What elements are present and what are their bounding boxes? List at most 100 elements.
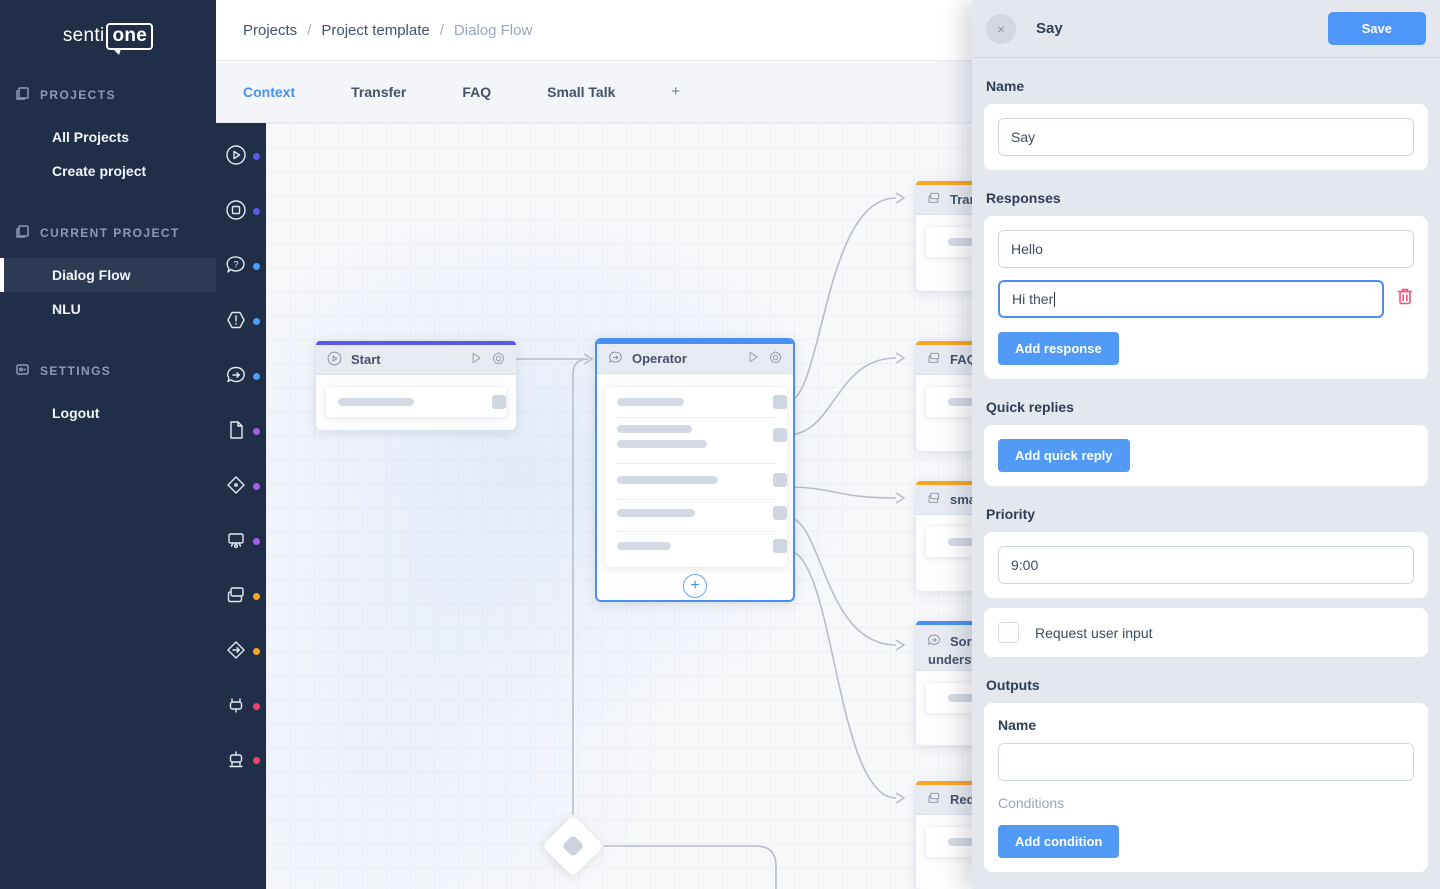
output-port[interactable] xyxy=(492,395,506,409)
output-port[interactable] xyxy=(773,506,787,520)
say-bubble-icon xyxy=(607,349,624,369)
sidebar-item-logout[interactable]: Logout xyxy=(0,396,216,430)
tab-small-talk[interactable]: Small Talk xyxy=(547,84,615,100)
section-current-project: CURRENT PROJECT xyxy=(0,222,216,244)
output-port[interactable] xyxy=(773,473,787,487)
app-root: sentione PROJECTS All Projects Create pr… xyxy=(0,0,1440,889)
plug-up-icon[interactable] xyxy=(216,689,266,723)
quick-replies-card: Add quick reply xyxy=(984,425,1428,486)
breadcrumb-projects[interactable]: Projects xyxy=(243,22,297,39)
play-circle-icon xyxy=(326,350,343,370)
delete-response-icon[interactable] xyxy=(1396,287,1414,311)
say-bubble-icon[interactable] xyxy=(216,359,266,393)
priority-section-label: Priority xyxy=(986,506,1426,522)
run-node-icon[interactable] xyxy=(469,351,483,368)
conditions-label: Conditions xyxy=(998,795,1414,811)
palette-dot xyxy=(253,703,260,710)
projects-icon xyxy=(15,86,30,104)
sidebar-item-nlu[interactable]: NLU xyxy=(0,292,216,326)
sentione-logo: sentione xyxy=(0,22,216,50)
text-caret xyxy=(1054,292,1055,307)
add-response-button[interactable]: Add response xyxy=(998,332,1119,365)
outputs-section-label: Outputs xyxy=(986,677,1426,693)
palette-dot xyxy=(253,538,260,545)
responses-section-label: Responses xyxy=(986,190,1426,206)
palette-dot xyxy=(253,153,260,160)
palette-dot xyxy=(253,373,260,380)
cards-stack-icon xyxy=(926,790,942,809)
section-settings: SETTINGS xyxy=(0,360,216,382)
breadcrumb-dialog-flow: Dialog Flow xyxy=(454,22,532,39)
node-title: Red xyxy=(950,792,975,807)
add-quick-reply-button[interactable]: Add quick reply xyxy=(998,439,1130,472)
palette-dot xyxy=(253,318,260,325)
question-bubble-icon[interactable]: ? xyxy=(216,249,266,283)
diamond-port xyxy=(562,835,585,858)
palette-dot xyxy=(253,757,260,764)
tab-faq[interactable]: FAQ xyxy=(462,84,491,100)
device-icon[interactable] xyxy=(216,524,266,558)
cards-stack-icon[interactable] xyxy=(216,579,266,613)
output-name-input[interactable] xyxy=(998,743,1414,781)
plug-down-icon[interactable] xyxy=(216,743,266,777)
request-user-input-checkbox[interactable] xyxy=(998,622,1019,643)
tab-transfer[interactable]: Transfer xyxy=(351,84,406,100)
tab-context[interactable]: Context xyxy=(243,84,295,100)
sidebar: sentione PROJECTS All Projects Create pr… xyxy=(0,0,216,889)
document-icon[interactable] xyxy=(216,414,266,448)
sidebar-item-all-projects[interactable]: All Projects xyxy=(0,120,216,154)
settings-icon xyxy=(15,362,30,380)
node-title: Operator xyxy=(632,351,687,366)
priority-card: 9:00 xyxy=(984,532,1428,598)
svg-text:?: ? xyxy=(234,260,239,270)
node-name-input[interactable] xyxy=(998,118,1414,156)
run-node-icon[interactable] xyxy=(746,350,760,367)
name-card xyxy=(984,104,1428,170)
close-icon[interactable]: × xyxy=(986,14,1016,44)
priority-select[interactable]: 9:00 xyxy=(998,546,1414,584)
breadcrumb-project-template[interactable]: Project template xyxy=(321,22,429,39)
response-input-1[interactable] xyxy=(998,230,1414,268)
stop-circle-icon[interactable] xyxy=(216,194,266,228)
node-settings-icon[interactable] xyxy=(491,351,506,369)
request-user-input-label: Request user input xyxy=(1035,625,1153,641)
breadcrumb-separator: / xyxy=(440,22,444,39)
node-operator[interactable]: Operator + xyxy=(595,338,795,602)
sidebar-item-create-project[interactable]: Create project xyxy=(0,154,216,188)
responses-card: Hi ther Add response xyxy=(984,216,1428,379)
node-settings-icon[interactable] xyxy=(768,350,783,368)
palette-dot xyxy=(253,648,260,655)
output-port[interactable] xyxy=(773,428,787,442)
decision-diamond-icon[interactable] xyxy=(216,469,266,503)
palette-dot xyxy=(253,483,260,490)
node-palette: ? xyxy=(216,123,266,889)
cards-stack-icon xyxy=(926,490,942,509)
panel-header: × Say Save xyxy=(972,0,1440,58)
section-projects: PROJECTS xyxy=(0,84,216,106)
output-port[interactable] xyxy=(773,395,787,409)
exclamation-hexagon-icon[interactable] xyxy=(216,304,266,338)
add-output-button[interactable]: + xyxy=(683,574,707,598)
quick-replies-section-label: Quick replies xyxy=(986,399,1426,415)
add-condition-button[interactable]: Add condition xyxy=(998,825,1119,858)
add-tab-button[interactable]: + xyxy=(671,83,680,100)
node-start[interactable]: Start xyxy=(316,341,516,430)
palette-dot xyxy=(253,263,260,270)
logo-text-senti: senti xyxy=(63,25,105,47)
redirect-diamond-icon[interactable] xyxy=(216,634,266,668)
panel-title: Say xyxy=(1036,20,1063,37)
save-button[interactable]: Save xyxy=(1328,12,1426,45)
say-bubble-icon xyxy=(926,632,942,651)
request-input-card: Request user input xyxy=(984,608,1428,657)
response-input-2[interactable]: Hi ther xyxy=(998,280,1384,318)
play-circle-icon[interactable] xyxy=(216,139,266,173)
palette-dot xyxy=(253,208,260,215)
node-content-row xyxy=(326,387,506,417)
output-port[interactable] xyxy=(773,539,787,553)
cards-stack-icon xyxy=(926,350,942,369)
palette-dot xyxy=(253,428,260,435)
sidebar-item-dialog-flow[interactable]: Dialog Flow xyxy=(0,258,216,292)
node-title: Start xyxy=(351,352,381,367)
node-properties-panel: × Say Save Name Responses Hi ther Add re… xyxy=(972,0,1440,889)
name-section-label: Name xyxy=(986,78,1426,94)
